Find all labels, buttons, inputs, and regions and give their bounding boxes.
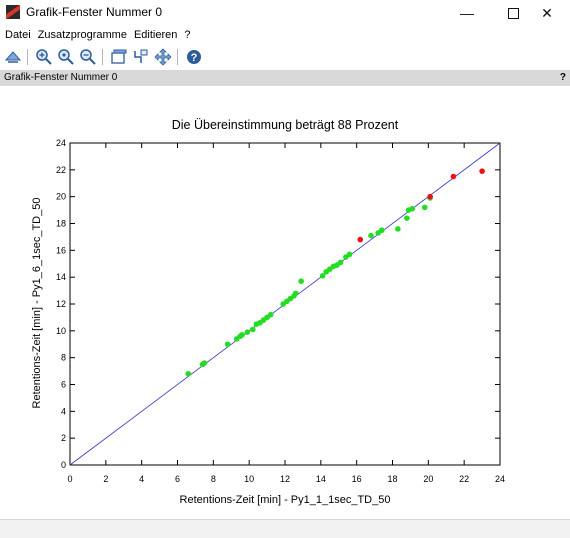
dock-title: Grafik-Fenster Nummer 0 xyxy=(4,72,118,83)
x-tick-label: 8 xyxy=(211,474,216,484)
help-button[interactable]: ? xyxy=(185,48,203,66)
zoom-in-button[interactable] xyxy=(35,48,53,66)
zoom-out-button[interactable] xyxy=(79,48,97,66)
green-data-point xyxy=(292,290,299,297)
x-axis-label: Retentions-Zeit [min] - Py1_1_1sec_TD_50 xyxy=(180,494,391,506)
green-data-point xyxy=(337,259,344,266)
green-data-point xyxy=(421,204,428,211)
rotate-icon xyxy=(4,50,22,63)
rotate-button[interactable] xyxy=(4,48,22,66)
menu-editieren[interactable]: Editieren xyxy=(132,29,179,41)
y-tick-label: 2 xyxy=(61,433,66,443)
green-data-point xyxy=(368,232,374,239)
green-data-point xyxy=(224,341,231,348)
green-data-point xyxy=(298,278,304,284)
menu-bar: Datei Zusatzprogramme Editieren ? xyxy=(0,27,570,43)
red-data-point xyxy=(450,173,457,180)
window-icon xyxy=(111,49,127,64)
pan-button[interactable] xyxy=(154,47,172,66)
x-tick-label: 12 xyxy=(280,474,290,484)
green-data-point xyxy=(395,226,401,232)
green-data-point xyxy=(201,360,208,366)
toolbar-separator xyxy=(177,48,178,65)
zoom-fit-button[interactable] xyxy=(57,48,75,66)
y-tick-label: 8 xyxy=(61,353,66,363)
x-tick-label: 20 xyxy=(423,474,433,484)
close-button[interactable]: ✕ xyxy=(524,0,570,26)
dock-bar: Grafik-Fenster Nummer 0 ? xyxy=(0,70,570,86)
datatip-icon xyxy=(134,49,148,63)
y-tick-label: 6 xyxy=(61,380,66,390)
green-data-point xyxy=(267,311,274,318)
toolbar-separator xyxy=(102,48,103,65)
menu-datei[interactable]: Datei xyxy=(3,29,33,41)
green-data-point xyxy=(185,370,192,377)
svg-text:?: ? xyxy=(191,52,198,64)
green-data-point xyxy=(249,326,256,333)
red-data-point xyxy=(357,236,364,243)
status-bar xyxy=(0,519,570,538)
zoom-fit-icon xyxy=(58,48,74,65)
window-title: Grafik-Fenster Nummer 0 xyxy=(26,5,163,19)
x-tick-label: 10 xyxy=(244,474,254,484)
menu-help[interactable]: ? xyxy=(182,29,192,41)
dock-help-button[interactable]: ? xyxy=(560,72,566,83)
chart-title: Die Übereinstimmung beträgt 88 Prozent xyxy=(172,118,399,132)
zoom-in-icon xyxy=(36,48,52,65)
x-tick-label: 2 xyxy=(103,474,108,484)
y-tick-label: 4 xyxy=(61,406,66,416)
x-tick-label: 4 xyxy=(139,474,144,484)
y-tick-label: 0 xyxy=(61,460,66,470)
x-tick-label: 14 xyxy=(316,474,326,484)
x-tick-label: 6 xyxy=(175,474,180,484)
maximize-icon xyxy=(507,7,519,19)
x-tick-label: 24 xyxy=(495,474,505,484)
help-icon: ? xyxy=(187,49,201,64)
plot-canvas[interactable]: Die Übereinstimmung beträgt 88 Prozent R… xyxy=(0,86,570,516)
green-data-point xyxy=(244,329,251,335)
menu-zusatzprogramme[interactable]: Zusatzprogramme xyxy=(36,29,129,41)
green-data-point xyxy=(346,251,353,258)
pan-icon xyxy=(154,47,172,66)
y-tick-label: 12 xyxy=(56,299,66,309)
y-axis-label: Retentions-Zeit [min] - Py1_6_1sec_TD_50 xyxy=(31,198,43,409)
green-data-point xyxy=(404,215,410,221)
red-data-point xyxy=(427,193,433,200)
y-tick-label: 14 xyxy=(56,272,66,282)
x-tick-label: 0 xyxy=(67,474,72,484)
y-tick-label: 18 xyxy=(56,219,66,229)
title-bar[interactable]: Grafik-Fenster Nummer 0 — ✕ xyxy=(0,0,570,26)
y-tick-label: 22 xyxy=(56,165,66,175)
y-tick-label: 20 xyxy=(56,192,66,202)
green-data-point xyxy=(239,332,245,338)
window-button[interactable] xyxy=(110,48,128,66)
toolbar-separator xyxy=(27,48,28,65)
green-data-point xyxy=(378,227,385,234)
x-tick-label: 22 xyxy=(459,474,469,484)
toolbar: ? xyxy=(0,44,570,69)
datatip-button[interactable] xyxy=(132,48,150,66)
minimize-button[interactable]: — xyxy=(444,0,490,26)
green-data-point xyxy=(409,205,416,212)
y-tick-label: 16 xyxy=(56,245,66,255)
y-tick-label: 10 xyxy=(56,326,66,336)
x-tick-label: 18 xyxy=(387,474,397,484)
x-tick-label: 16 xyxy=(352,474,362,484)
red-data-point xyxy=(479,168,485,174)
y-tick-label: 24 xyxy=(56,138,66,148)
scatter-chart: Die Übereinstimmung beträgt 88 Prozent R… xyxy=(31,118,505,506)
app-icon xyxy=(6,5,20,19)
zoom-out-icon xyxy=(80,48,96,65)
